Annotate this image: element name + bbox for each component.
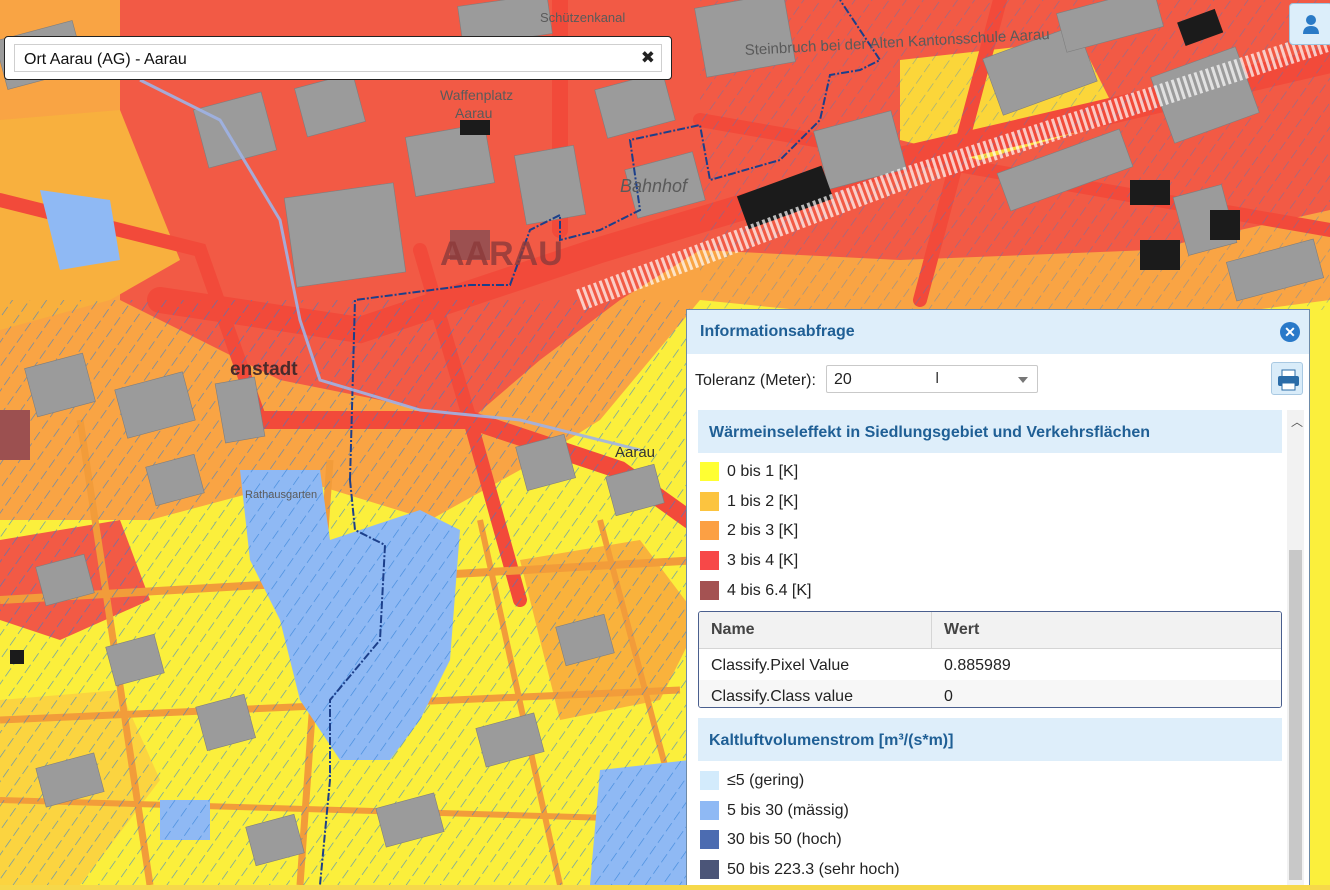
- chevron-down-icon: [1018, 377, 1028, 383]
- svg-text:Rathausgarten: Rathausgarten: [245, 489, 317, 501]
- scrollbar[interactable]: ︿: [1287, 410, 1304, 885]
- legend-label: 1 bis 2 [K]: [727, 493, 799, 510]
- results-list[interactable]: Wärmeinseleffekt in Siedlungsgebiet und …: [687, 410, 1309, 885]
- scrollbar-thumb[interactable]: [1289, 550, 1302, 880]
- legend-swatch: [700, 521, 719, 540]
- attribute-table: Name Wert Classify.Pixel Value 0.885989 …: [698, 611, 1282, 708]
- section-title: Wärmeinseleffekt in Siedlungsgebiet und …: [709, 424, 1151, 441]
- panel-title: Informationsabfrage: [700, 323, 855, 340]
- cell-name: Classify.Class value: [711, 688, 853, 705]
- cell-name: Classify.Pixel Value: [711, 657, 850, 674]
- print-icon: [1278, 369, 1299, 391]
- tolerance-label: Toleranz (Meter):: [695, 372, 816, 389]
- chevron-up-icon[interactable]: ︿: [1291, 413, 1303, 430]
- section-title: Kaltluftvolumenstrom [m³/(s*m)]: [709, 732, 954, 749]
- tolerance-value: 20: [834, 371, 852, 388]
- tolerance-select[interactable]: 20 I: [826, 365, 1038, 393]
- column-divider: [931, 612, 932, 648]
- column-header-name: Name: [711, 621, 755, 638]
- legend-label: ≤5 (gering): [727, 772, 805, 789]
- section-header-cold-air: Kaltluftvolumenstrom [m³/(s*m)]: [698, 718, 1282, 761]
- legend-swatch: [700, 860, 719, 879]
- user-icon: [1303, 15, 1319, 34]
- clear-icon[interactable]: ✖: [641, 48, 655, 68]
- svg-text:Bahnhof: Bahnhof: [620, 176, 689, 196]
- table-row: Classify.Class value 0: [699, 680, 1281, 707]
- cell-value: 0: [944, 688, 953, 705]
- search-value: Ort Aarau (AG) - Aarau: [24, 51, 187, 68]
- section-header-heat-island: Wärmeinseleffekt in Siedlungsgebiet und …: [698, 410, 1282, 453]
- user-button[interactable]: [1289, 3, 1330, 45]
- text-cursor-icon: I: [935, 370, 940, 387]
- search-input[interactable]: Ort Aarau (AG) - Aarau ✖: [14, 44, 662, 72]
- legend-swatch: [700, 462, 719, 481]
- panel-header: Informationsabfrage ✕: [687, 310, 1309, 354]
- column-header-value: Wert: [944, 621, 980, 638]
- svg-text:Aarau: Aarau: [455, 105, 492, 121]
- close-icon[interactable]: ✕: [1280, 322, 1300, 342]
- legend-label: 30 bis 50 (hoch): [727, 831, 842, 848]
- table-header: Name Wert: [699, 612, 1281, 649]
- legend-label: 50 bis 223.3 (sehr hoch): [727, 861, 900, 878]
- svg-text:Waffenplatz: Waffenplatz: [440, 87, 513, 103]
- legend-swatch: [700, 830, 719, 849]
- legend-label: 2 bis 3 [K]: [727, 522, 799, 539]
- print-button[interactable]: [1271, 362, 1303, 395]
- cell-value: 0.885989: [944, 657, 1011, 674]
- legend-swatch: [700, 551, 719, 570]
- legend-label: 3 bis 4 [K]: [727, 552, 799, 569]
- legend-label: 0 bis 1 [K]: [727, 463, 799, 480]
- legend-label: 4 bis 6.4 [K]: [727, 582, 812, 599]
- legend-swatch: [700, 581, 719, 600]
- legend-swatch: [700, 492, 719, 511]
- svg-text:Aarau: Aarau: [615, 444, 655, 461]
- svg-text:enstadt: enstadt: [230, 359, 298, 380]
- legend-label: 5 bis 30 (mässig): [727, 802, 849, 819]
- svg-text:Schützenkanal: Schützenkanal: [540, 10, 625, 25]
- location-search: Ort Aarau (AG) - Aarau ✖: [4, 36, 672, 80]
- svg-text:AARAU: AARAU: [440, 235, 563, 273]
- legend-swatch: [700, 801, 719, 820]
- legend-swatch: [700, 771, 719, 790]
- info-query-panel: Informationsabfrage ✕ Toleranz (Meter): …: [686, 309, 1310, 885]
